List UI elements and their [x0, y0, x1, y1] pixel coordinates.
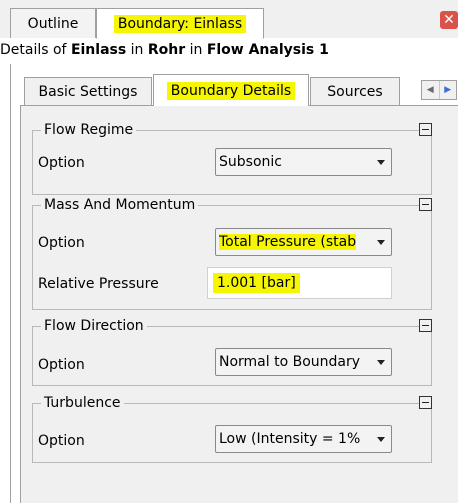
details-object: Einlass [70, 42, 127, 58]
tab-boundary-details-label: Boundary Details [166, 81, 296, 100]
tab-boundary-details[interactable]: Boundary Details [153, 74, 309, 106]
tab-basic-settings-label: Basic Settings [38, 83, 138, 100]
tab-sources-label: Sources [327, 83, 383, 100]
relative-pressure-input[interactable]: 1.001 [bar] [207, 267, 392, 299]
group-flow-direction-title: Flow Direction [41, 317, 147, 335]
flow-regime-option-value: Subsonic [219, 154, 282, 170]
details-prefix: Details of [0, 42, 71, 58]
flow-regime-option-label: Option [38, 155, 85, 171]
flow-direction-option-value: Normal to Boundary [219, 354, 361, 370]
tab-sources[interactable]: Sources [310, 77, 400, 105]
details-parent: Rohr [147, 42, 186, 58]
tab-boundary-label: Boundary: Einlass [113, 14, 247, 33]
flow-direction-option-select[interactable]: Normal to Boundary [215, 348, 392, 376]
collapse-icon[interactable] [419, 198, 432, 211]
turbulence-option-value: Low (Intensity = 1% [219, 431, 361, 447]
relative-pressure-label: Relative Pressure [38, 276, 159, 292]
tab-scroll-arrows[interactable]: ◀ ▶ [421, 80, 457, 100]
panel-border [10, 64, 11, 503]
collapse-icon[interactable] [419, 319, 432, 332]
chevron-down-icon [371, 240, 391, 245]
chevron-down-icon [371, 160, 391, 165]
relative-pressure-value: 1.001 [bar] [213, 273, 300, 293]
details-analysis: Flow Analysis 1 [206, 42, 329, 58]
details-in-2: in [185, 42, 207, 58]
details-in-1: in [126, 42, 148, 58]
turbulence-option-label: Option [38, 433, 85, 449]
chevron-right-icon[interactable]: ▶ [438, 81, 457, 99]
tab-outline[interactable]: Outline [10, 8, 96, 38]
mass-momentum-option-label: Option [38, 235, 85, 251]
group-turbulence-title: Turbulence [41, 394, 124, 412]
flow-direction-option-label: Option [38, 357, 85, 373]
flow-regime-option-select[interactable]: Subsonic [215, 148, 392, 176]
group-mass-momentum-title: Mass And Momentum [41, 196, 199, 214]
tab-boundary-einlass[interactable]: Boundary: Einlass [96, 8, 264, 39]
tab-basic-settings[interactable]: Basic Settings [24, 77, 152, 105]
collapse-icon[interactable] [419, 123, 432, 136]
turbulence-option-select[interactable]: Low (Intensity = 1% [215, 425, 392, 453]
chevron-down-icon [371, 437, 391, 442]
group-flow-regime-title: Flow Regime [41, 121, 137, 139]
mass-momentum-option-value: Total Pressure (stab [219, 234, 357, 250]
mass-momentum-option-select[interactable]: Total Pressure (stab [215, 228, 392, 256]
details-header: Details of Einlass in Rohr in Flow Analy… [0, 42, 329, 64]
tab-outline-label: Outline [27, 15, 79, 32]
chevron-down-icon [371, 360, 391, 365]
chevron-left-icon[interactable]: ◀ [422, 81, 439, 99]
top-tab-strip: Outline Boundary: Einlass ✕ [0, 0, 458, 39]
collapse-icon[interactable] [419, 396, 432, 409]
close-icon[interactable]: ✕ [440, 11, 458, 29]
